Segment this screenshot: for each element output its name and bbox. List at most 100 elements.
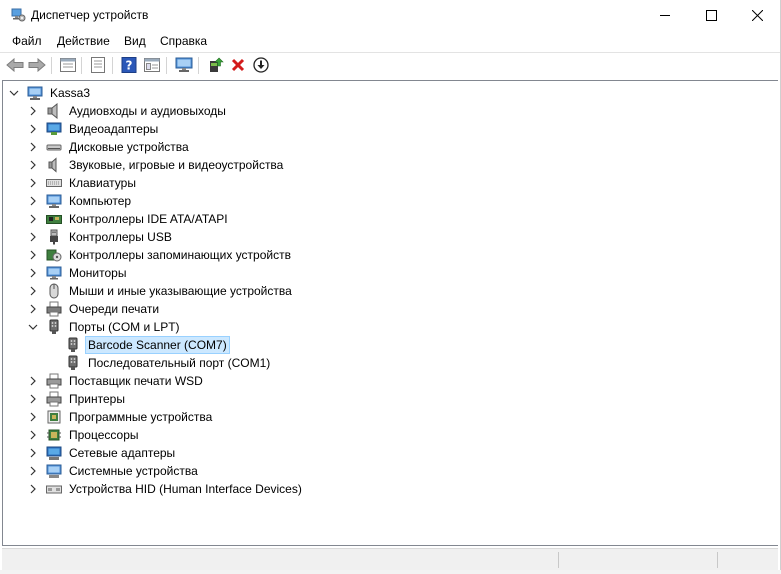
title-bar[interactable]: Диспетчер устройств (0, 0, 780, 30)
chevron-right-icon[interactable] (28, 160, 38, 170)
window-bottom-edge (0, 570, 781, 574)
chevron-right-icon[interactable] (28, 124, 38, 134)
category-label: Порты (COM и LPT) (69, 320, 180, 334)
menu-help[interactable]: Справка (160, 34, 207, 48)
tree-category[interactable]: Контроллеры IDE ATA/ATAPI (28, 210, 230, 228)
action-view-button[interactable] (142, 55, 162, 75)
show-hidden-button[interactable] (88, 55, 108, 75)
uninstall-device-button[interactable] (228, 55, 248, 75)
svg-text:?: ? (126, 59, 133, 73)
storage-controller-icon (46, 247, 62, 263)
tree-category[interactable]: Аудиовходы и аудиовыходы (28, 102, 228, 120)
sound-icon (46, 157, 62, 173)
close-button[interactable] (734, 0, 780, 30)
tree-category[interactable]: Мыши и иные указывающие устройства (28, 282, 294, 300)
tree-category[interactable]: Системные устройства (28, 462, 200, 480)
chevron-right-icon[interactable] (28, 142, 38, 152)
tree-category[interactable]: Мониторы (28, 264, 128, 282)
ide-controller-icon (46, 211, 62, 227)
chevron-right-icon[interactable] (28, 268, 38, 278)
chevron-right-icon[interactable] (28, 412, 38, 422)
chevron-right-icon[interactable] (28, 178, 38, 188)
chevron-right-icon[interactable] (28, 286, 38, 296)
processor-icon (46, 427, 62, 443)
tree-category[interactable]: Сетевые адаптеры (28, 444, 177, 462)
tree-device-item[interactable]: Barcode Scanner (COM7) (65, 336, 230, 354)
forward-button[interactable] (27, 55, 47, 75)
action-view-icon (144, 58, 160, 72)
toolbar-separator (112, 57, 113, 74)
tree-category[interactable]: Звуковые, игровые и видеоустройства (28, 156, 285, 174)
tree-category[interactable]: Контроллеры запоминающих устройств (28, 246, 293, 264)
back-arrow-icon (6, 58, 24, 72)
tree-category[interactable]: Контроллеры USB (28, 228, 174, 246)
print-queue-icon (46, 301, 62, 317)
back-button[interactable] (5, 55, 25, 75)
device-manager-app-icon (11, 8, 26, 22)
help-icon: ? (121, 57, 137, 73)
status-bar (2, 548, 778, 571)
menu-bar: Файл Действие Вид Справка (0, 32, 780, 52)
chevron-right-icon[interactable] (28, 196, 38, 206)
port-icon (65, 337, 81, 353)
help-button[interactable]: ? (119, 55, 139, 75)
chevron-down-icon[interactable] (28, 322, 38, 332)
category-label: Компьютер (69, 194, 132, 208)
speaker-icon (46, 103, 62, 119)
minimize-button[interactable] (642, 0, 688, 30)
tree-category[interactable]: Компьютер (28, 192, 133, 210)
network-adapter-icon (46, 445, 62, 461)
menu-file[interactable]: Файл (12, 34, 42, 48)
category-label: Сетевые адаптеры (69, 446, 176, 460)
maximize-button[interactable] (688, 0, 734, 30)
status-divider (558, 552, 559, 568)
tree-category[interactable]: Очереди печати (28, 300, 161, 318)
toolbar-separator (51, 57, 52, 74)
tree-root[interactable]: Kassa3 (9, 84, 92, 102)
category-label: Контроллеры USB (69, 230, 172, 244)
tree-category[interactable]: Поставщик печати WSD (28, 372, 205, 390)
tree-category[interactable]: Процессоры (28, 426, 141, 444)
update-driver-button[interactable] (206, 55, 226, 75)
computer-icon (46, 193, 62, 209)
menu-view[interactable]: Вид (124, 34, 146, 48)
port-icon (65, 355, 81, 371)
tree-category[interactable]: Видеоадаптеры (28, 120, 160, 138)
chevron-right-icon[interactable] (28, 394, 38, 404)
chevron-right-icon[interactable] (28, 484, 38, 494)
device-manager-window: Диспетчер устройств Файл Действие Вид Сп… (0, 0, 781, 571)
category-label: Клавиатуры (69, 176, 136, 190)
category-label: Принтеры (69, 392, 125, 406)
computer-icon (27, 85, 43, 101)
tree-category[interactable]: Порты (COM и LPT) (28, 318, 182, 336)
disable-device-button[interactable] (251, 55, 271, 75)
tree-device-item[interactable]: Последовательный порт (COM1) (65, 354, 272, 372)
display-adapter-icon (46, 121, 62, 137)
tree-category[interactable]: Принтеры (28, 390, 127, 408)
chevron-right-icon[interactable] (28, 214, 38, 224)
chevron-right-icon[interactable] (28, 448, 38, 458)
chevron-right-icon[interactable] (28, 466, 38, 476)
tree-category[interactable]: Устройства HID (Human Interface Devices) (28, 480, 304, 498)
system-device-icon (46, 463, 62, 479)
chevron-right-icon[interactable] (28, 376, 38, 386)
chevron-down-icon[interactable] (9, 88, 19, 98)
device-tree[interactable]: Kassa3 Аудиовходы и аудиовыходы Видеоадап… (2, 80, 778, 546)
tree-category[interactable]: Программные устройства (28, 408, 214, 426)
chevron-right-icon[interactable] (28, 232, 38, 242)
tree-category[interactable]: Клавиатуры (28, 174, 138, 192)
menu-action[interactable]: Действие (57, 34, 110, 48)
chevron-right-icon[interactable] (28, 106, 38, 116)
category-label: Дисковые устройства (69, 140, 189, 154)
chevron-right-icon[interactable] (28, 250, 38, 260)
chevron-right-icon[interactable] (28, 304, 38, 314)
device-label: Barcode Scanner (COM7) (85, 336, 230, 354)
uninstall-device-icon (231, 58, 245, 72)
tree-category[interactable]: Дисковые устройства (28, 138, 191, 156)
properties-view-button[interactable] (58, 55, 78, 75)
window-title: Диспетчер устройств (31, 8, 149, 22)
scan-hardware-button[interactable] (174, 55, 194, 75)
close-icon (751, 9, 763, 21)
minimize-icon (660, 15, 670, 16)
chevron-right-icon[interactable] (28, 430, 38, 440)
